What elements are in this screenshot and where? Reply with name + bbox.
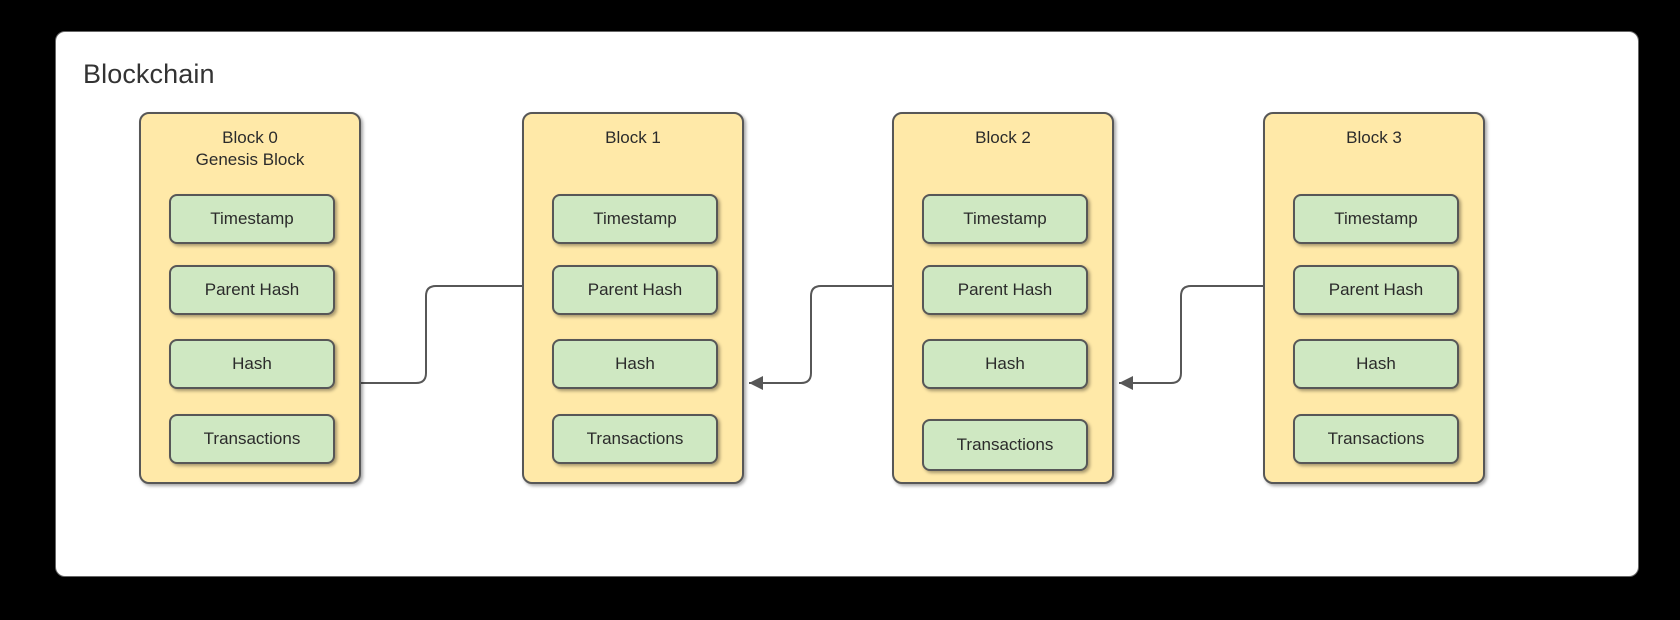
block-1-field-hash[interactable]: Hash — [552, 339, 718, 389]
block-1-field-parent-hash[interactable]: Parent Hash — [552, 265, 718, 315]
block-2-field-timestamp[interactable]: Timestamp — [922, 194, 1088, 244]
block-1-title: Block 1 — [605, 128, 661, 147]
arrowhead-icon — [1119, 376, 1133, 390]
block-2-field-hash[interactable]: Hash — [922, 339, 1088, 389]
diagram-canvas: Blockchain Block 0 Genesis Block Timesta… — [0, 0, 1680, 620]
block-0-title: Block 0 Genesis Block — [195, 128, 305, 169]
block-0[interactable]: Block 0 Genesis Block Timestamp Parent H… — [139, 112, 361, 484]
block-0-field-timestamp[interactable]: Timestamp — [169, 194, 335, 244]
page-title: Blockchain — [83, 59, 215, 89]
block-2-title: Block 2 — [975, 128, 1031, 147]
block-0-field-parent-hash[interactable]: Parent Hash — [169, 265, 335, 315]
block-1[interactable]: Block 1 Timestamp Parent Hash Hash Trans… — [522, 112, 744, 484]
arrowhead-icon — [749, 376, 763, 390]
block-0-field-transactions[interactable]: Transactions — [169, 414, 335, 464]
block-3-field-hash[interactable]: Hash — [1293, 339, 1459, 389]
block-3-field-parent-hash[interactable]: Parent Hash — [1293, 265, 1459, 315]
connector-1-to-0 — [334, 285, 549, 390]
diagram-card: Blockchain Block 0 Genesis Block Timesta… — [55, 31, 1639, 577]
block-1-field-timestamp[interactable]: Timestamp — [552, 194, 718, 244]
block-3[interactable]: Block 3 Timestamp Parent Hash Hash Trans… — [1263, 112, 1485, 484]
block-1-field-transactions[interactable]: Transactions — [552, 414, 718, 464]
block-2[interactable]: Block 2 Timestamp Parent Hash Hash Trans… — [892, 112, 1114, 484]
block-3-field-timestamp[interactable]: Timestamp — [1293, 194, 1459, 244]
block-3-field-transactions[interactable]: Transactions — [1293, 414, 1459, 464]
block-2-field-parent-hash[interactable]: Parent Hash — [922, 265, 1088, 315]
block-2-field-transactions[interactable]: Transactions — [922, 419, 1088, 471]
block-3-title: Block 3 — [1346, 128, 1402, 147]
block-0-field-hash[interactable]: Hash — [169, 339, 335, 389]
